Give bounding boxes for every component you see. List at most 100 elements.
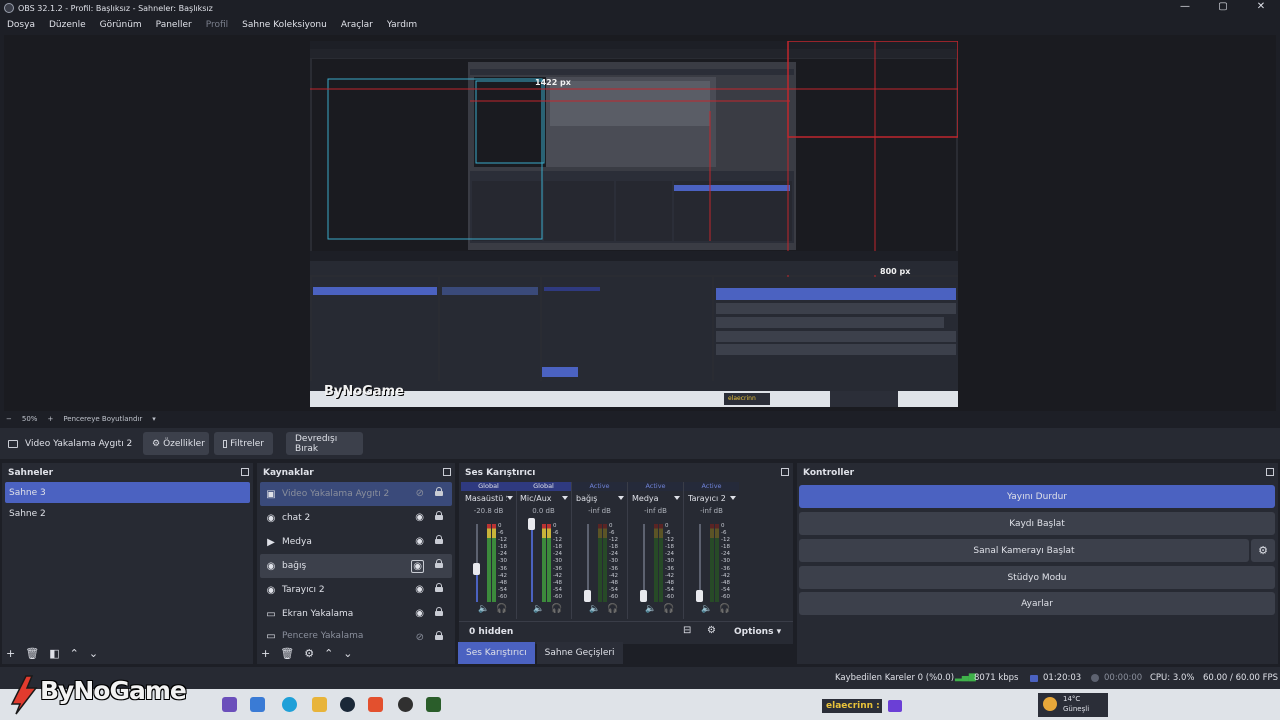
minimize-button[interactable]: — [1166, 0, 1204, 16]
app-icon[interactable] [250, 697, 265, 712]
app-icon[interactable] [426, 697, 441, 712]
undock-icon[interactable] [443, 468, 451, 476]
lock-icon[interactable] [435, 607, 443, 616]
start-virtual-camera-button[interactable]: Sanal Kamerayı Başlat [799, 539, 1249, 562]
eye-icon[interactable]: ◉ [411, 560, 424, 573]
trash-icon[interactable]: 🗑 [280, 646, 294, 662]
source-item-screen-capture[interactable]: ▭ Ekran Yakalama ◉ [260, 602, 452, 626]
lock-icon[interactable] [435, 631, 443, 640]
menu-profile[interactable]: Profil [206, 20, 228, 30]
channel-name-dropdown[interactable]: bağış [572, 491, 627, 505]
trash-icon[interactable]: 🗑 [25, 646, 39, 662]
lock-icon[interactable] [435, 535, 443, 544]
mixer-options-button[interactable]: Options ▾ [734, 627, 781, 637]
close-button[interactable]: ✕ [1242, 0, 1280, 16]
tab-scene-transitions[interactable]: Sahne Geçişleri [536, 642, 623, 664]
speaker-icon[interactable]: 🔈 [533, 604, 544, 614]
add-icon[interactable]: + [261, 646, 270, 662]
source-item-media[interactable]: ▶ Medya ◉ [260, 530, 452, 554]
headphones-icon[interactable]: 🎧 [496, 604, 507, 614]
undock-icon[interactable] [1266, 468, 1274, 476]
edge-icon[interactable] [282, 697, 297, 712]
folder-icon[interactable] [312, 697, 327, 712]
gear-icon: ⚙ [1258, 544, 1268, 557]
menu-docks[interactable]: Paneller [156, 20, 192, 30]
lock-icon[interactable] [435, 487, 443, 496]
eye-hidden-icon[interactable]: ⊘ [416, 488, 424, 499]
zoom-in-button[interactable]: + [47, 415, 53, 423]
source-item-window-capture[interactable]: ▭ Pencere Yakalama ⊘ [260, 626, 452, 646]
volume-slider-knob[interactable] [584, 590, 591, 602]
headphones-icon[interactable]: 🎧 [663, 604, 674, 614]
headphones-icon[interactable]: 🎧 [607, 604, 618, 614]
scene-item[interactable]: Sahne 3 [5, 482, 250, 503]
zoom-out-button[interactable]: − [6, 415, 12, 423]
add-icon[interactable]: + [6, 646, 15, 662]
volume-slider-knob[interactable] [640, 590, 647, 602]
menu-scene-collection[interactable]: Sahne Koleksiyonu [242, 20, 327, 30]
source-item-donation[interactable]: ◉ bağış ◉ [260, 554, 452, 578]
lock-icon[interactable] [435, 559, 443, 568]
maximize-button[interactable]: ▢ [1204, 0, 1242, 16]
move-up-icon[interactable]: ⌃ [70, 646, 79, 662]
deactivate-button[interactable]: Devredışı Bırak [286, 432, 363, 455]
speaker-icon[interactable]: 🔈 [589, 604, 600, 614]
channel-name-dropdown[interactable]: Masaüstü Ses [461, 491, 516, 505]
studio-mode-button[interactable]: Stüdyo Modu [799, 566, 1275, 589]
source-item-chat[interactable]: ◉ chat 2 ◉ [260, 506, 452, 530]
fit-window-label[interactable]: Pencereye Boyutlandır [63, 415, 142, 423]
menu-view[interactable]: Görünüm [100, 20, 142, 30]
preview-capture[interactable]: 1422 px 800 px ByNoGame elaecrinn [310, 41, 958, 407]
headphones-icon[interactable]: 🎧 [551, 604, 562, 614]
eye-icon[interactable]: ◉ [415, 584, 424, 595]
eye-icon[interactable]: ◉ [415, 512, 424, 523]
brave-icon[interactable] [368, 697, 383, 712]
move-down-icon[interactable]: ⌄ [89, 646, 98, 662]
eye-icon[interactable]: ◉ [415, 536, 424, 547]
source-item-browser[interactable]: ◉ Tarayıcı 2 ◉ [260, 578, 452, 602]
menu-file[interactable]: Dosya [7, 20, 35, 30]
channel-name-dropdown[interactable]: Mic/Aux [516, 491, 571, 505]
source-item-video-capture[interactable]: ▣ Video Yakalama Aygıtı 2 ⊘ [260, 482, 452, 506]
virtual-camera-settings-button[interactable]: ⚙ [1251, 539, 1275, 562]
volume-slider-knob[interactable] [696, 590, 703, 602]
menu-edit[interactable]: Düzenle [49, 20, 86, 30]
volume-slider-knob[interactable] [528, 518, 535, 530]
menu-help[interactable]: Yardım [387, 20, 417, 30]
lock-icon[interactable] [435, 511, 443, 520]
undock-icon[interactable] [241, 468, 249, 476]
properties-button[interactable]: ⚙ Özellikler [143, 432, 209, 455]
speaker-icon[interactable]: 🔈 [701, 604, 712, 614]
measure-width-label: 1422 px [535, 78, 571, 87]
stop-stream-button[interactable]: Yayını Durdur [799, 485, 1275, 508]
layout-icon[interactable]: ⊟ [683, 625, 691, 636]
scene-item[interactable]: Sahne 2 [5, 503, 250, 524]
chevron-down-icon[interactable]: ▾ [152, 415, 156, 423]
settings-button[interactable]: Ayarlar [799, 592, 1275, 615]
undock-icon[interactable] [781, 468, 789, 476]
move-down-icon[interactable]: ⌄ [343, 646, 352, 662]
volume-slider-track[interactable] [531, 524, 533, 602]
menu-bar: Dosya Düzenle Görünüm Paneller Profil Sa… [0, 16, 1280, 34]
gear-icon[interactable]: ⚙ [304, 646, 314, 662]
lock-icon[interactable] [435, 583, 443, 592]
app-icon[interactable] [222, 697, 237, 712]
filters-icon[interactable]: ◧ [49, 646, 59, 662]
tab-audio-mixer[interactable]: Ses Karıştırıcı [458, 642, 535, 664]
eye-hidden-icon[interactable]: ⊘ [416, 632, 424, 643]
steam-icon[interactable] [340, 697, 355, 712]
volume-slider-knob[interactable] [473, 563, 480, 575]
bottom-tabs: Ses Karıştırıcı Sahne Geçişleri [458, 642, 623, 664]
filters-button[interactable]: Filtreler [214, 432, 273, 455]
speaker-icon[interactable]: 🔈 [645, 604, 656, 614]
channel-name-dropdown[interactable]: Medya [628, 491, 683, 505]
eye-icon[interactable]: ◉ [415, 608, 424, 619]
start-recording-button[interactable]: Kaydı Başlat [799, 512, 1275, 535]
obs-icon[interactable] [398, 697, 413, 712]
headphones-icon[interactable]: 🎧 [719, 604, 730, 614]
move-up-icon[interactable]: ⌃ [324, 646, 333, 662]
channel-name-dropdown[interactable]: Tarayıcı 2 [684, 491, 739, 505]
settings-icon[interactable]: ⚙ [707, 625, 716, 636]
speaker-icon[interactable]: 🔈 [478, 604, 489, 614]
menu-tools[interactable]: Araçlar [341, 20, 373, 30]
